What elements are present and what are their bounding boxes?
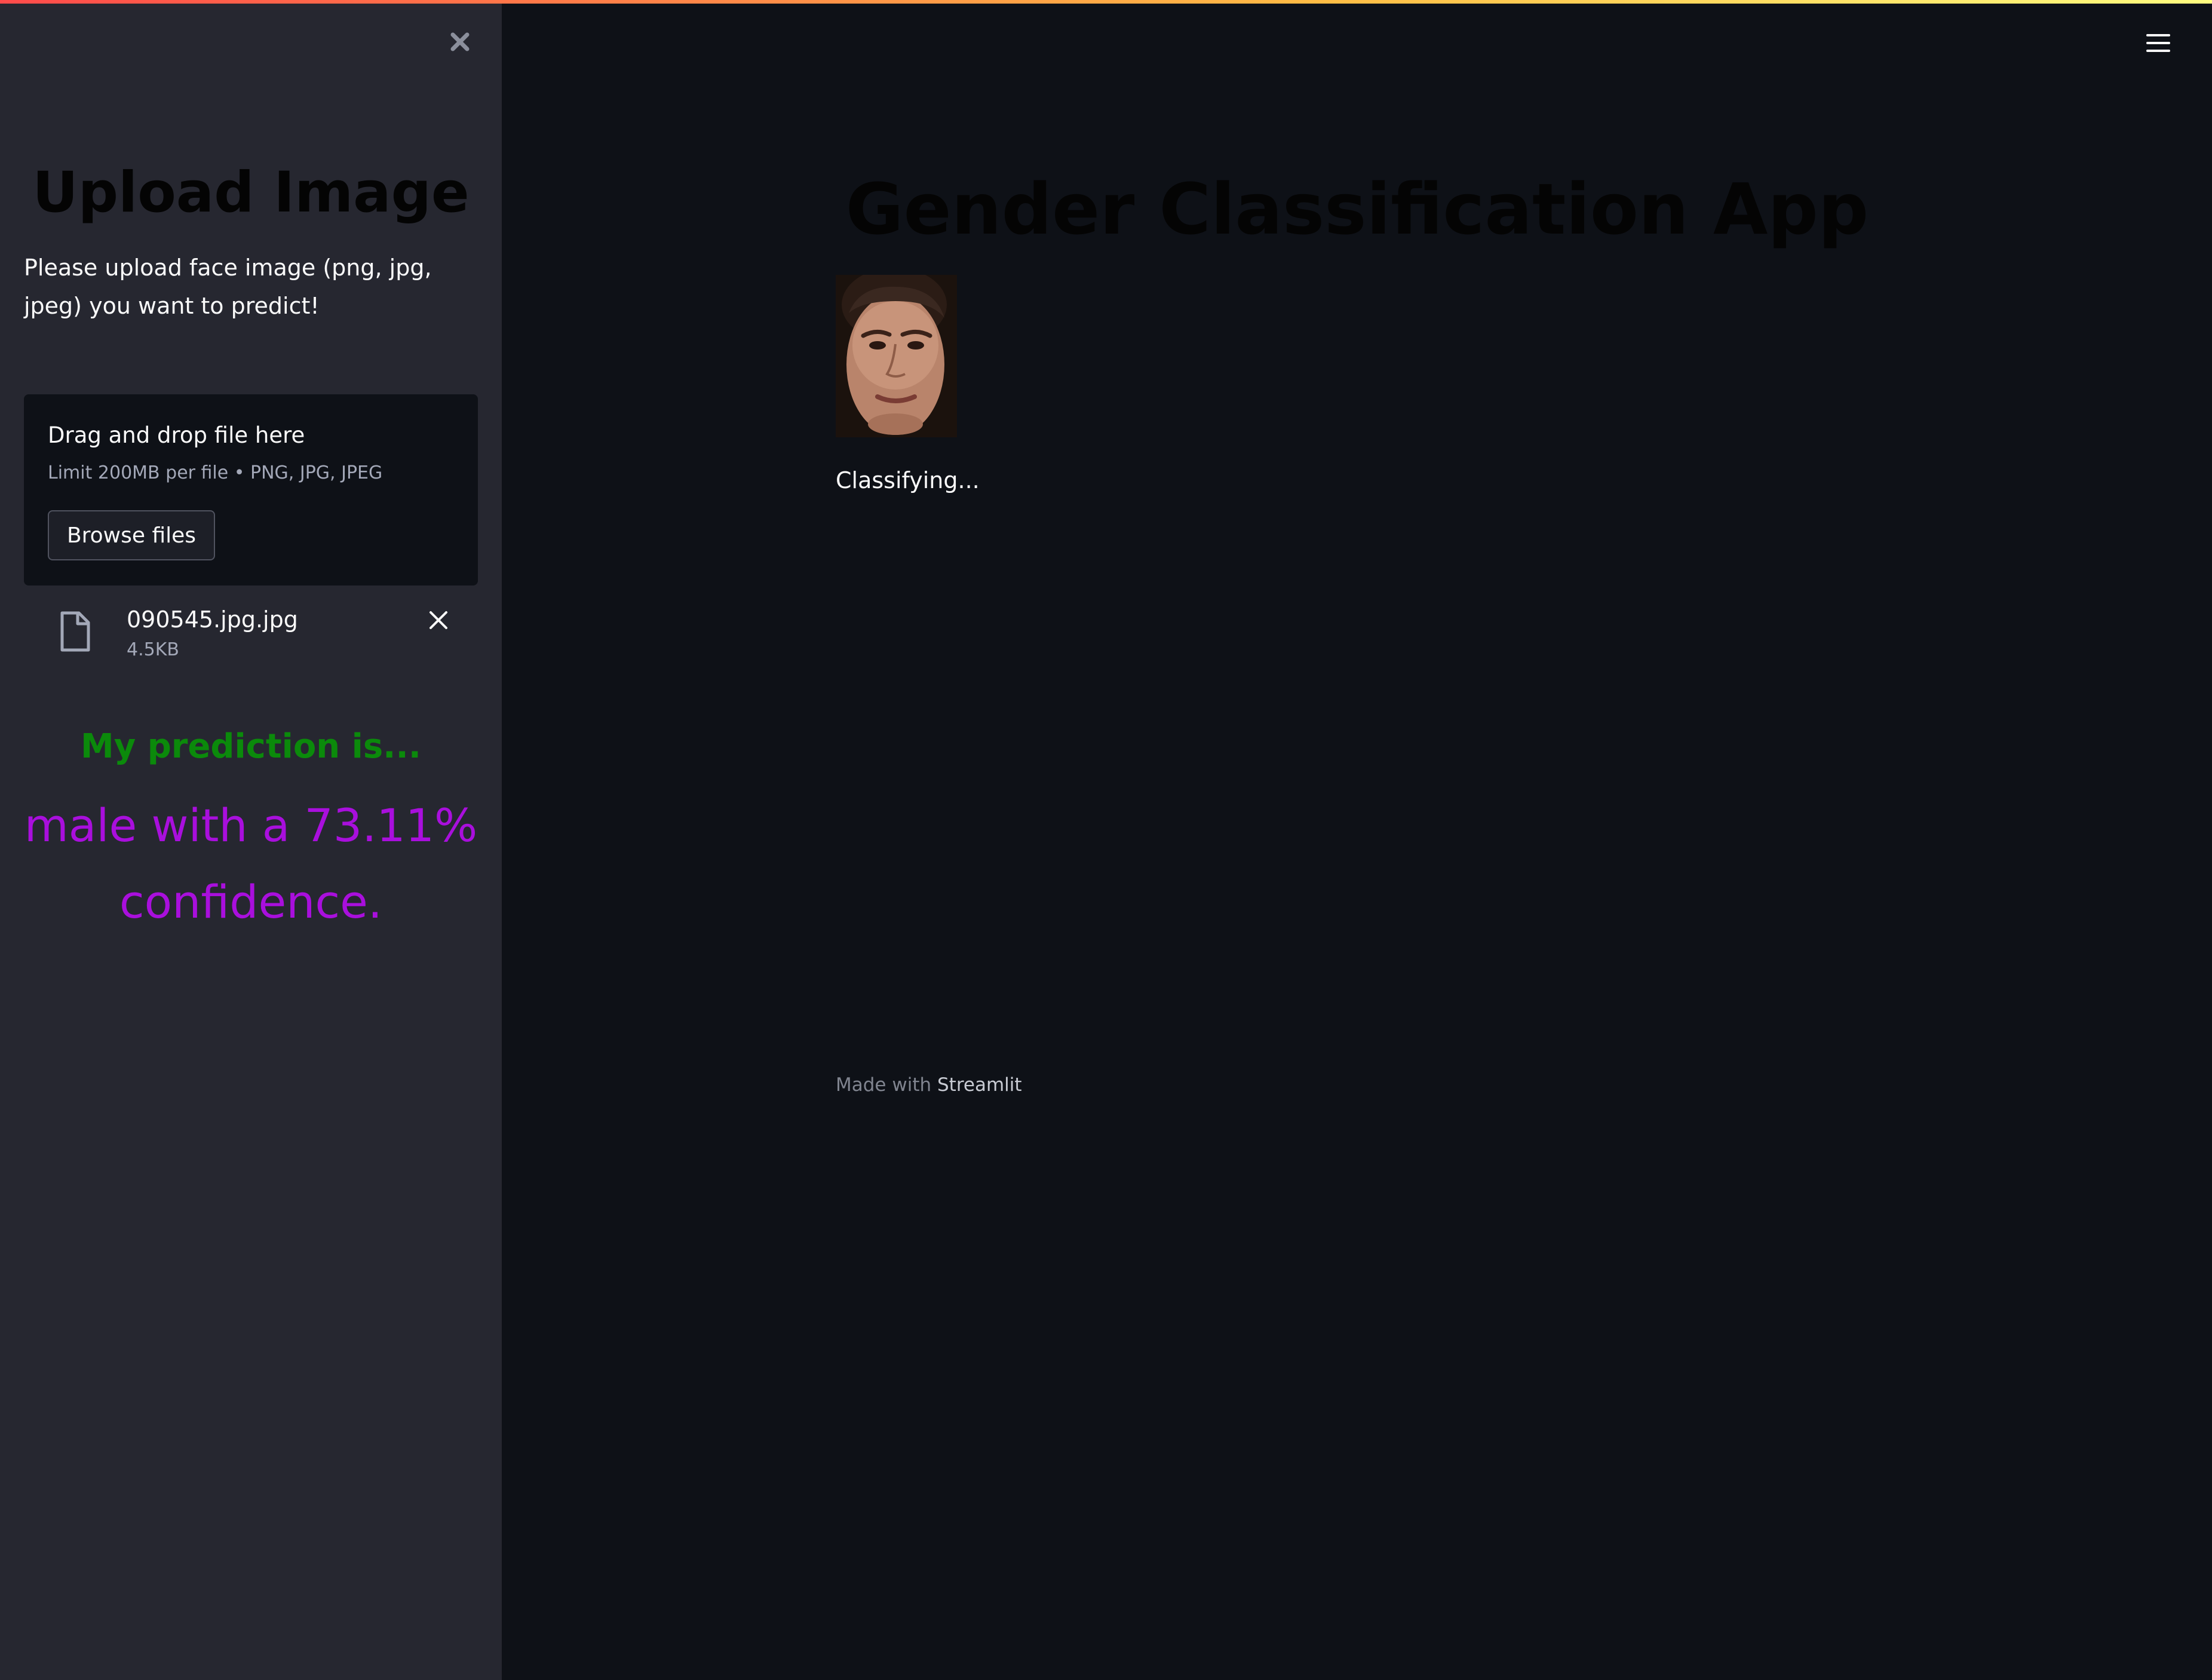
dropzone-limit-text: Limit 200MB per file • PNG, JPG, JPEG	[48, 462, 383, 483]
status-text: Classifying...	[836, 467, 980, 493]
dropzone-title: Drag and drop file here	[48, 422, 305, 448]
remove-file-button[interactable]	[422, 603, 455, 637]
streamlit-link[interactable]: Streamlit	[937, 1074, 1022, 1096]
sidebar-close-button[interactable]	[447, 29, 473, 55]
footer: Made with Streamlit	[836, 1072, 1022, 1098]
uploaded-face-image	[836, 275, 957, 437]
prediction-heading: My prediction is...	[80, 727, 422, 766]
top-decoration-bar	[0, 0, 2212, 4]
file-icon	[57, 611, 93, 652]
uploaded-file-size: 4.5KB	[127, 639, 179, 660]
sidebar: Upload Image Please upload face image (p…	[0, 0, 502, 1680]
page-title: Gender Classification App	[845, 168, 1869, 250]
browse-files-button[interactable]: Browse files	[48, 510, 215, 560]
upload-instructions: Please upload face image (png, jpg, jpeg…	[24, 255, 432, 319]
close-icon	[450, 32, 470, 51]
prediction-result: male with a 73.11% confidence.	[24, 799, 478, 928]
sidebar-title: Upload Image	[32, 160, 470, 225]
close-icon	[429, 611, 447, 629]
uploaded-file-name: 090545.jpg.jpg	[127, 606, 298, 633]
file-dropzone[interactable]: Drag and drop file here Limit 200MB per …	[24, 394, 478, 585]
footer-prefix: Made with	[836, 1074, 932, 1096]
